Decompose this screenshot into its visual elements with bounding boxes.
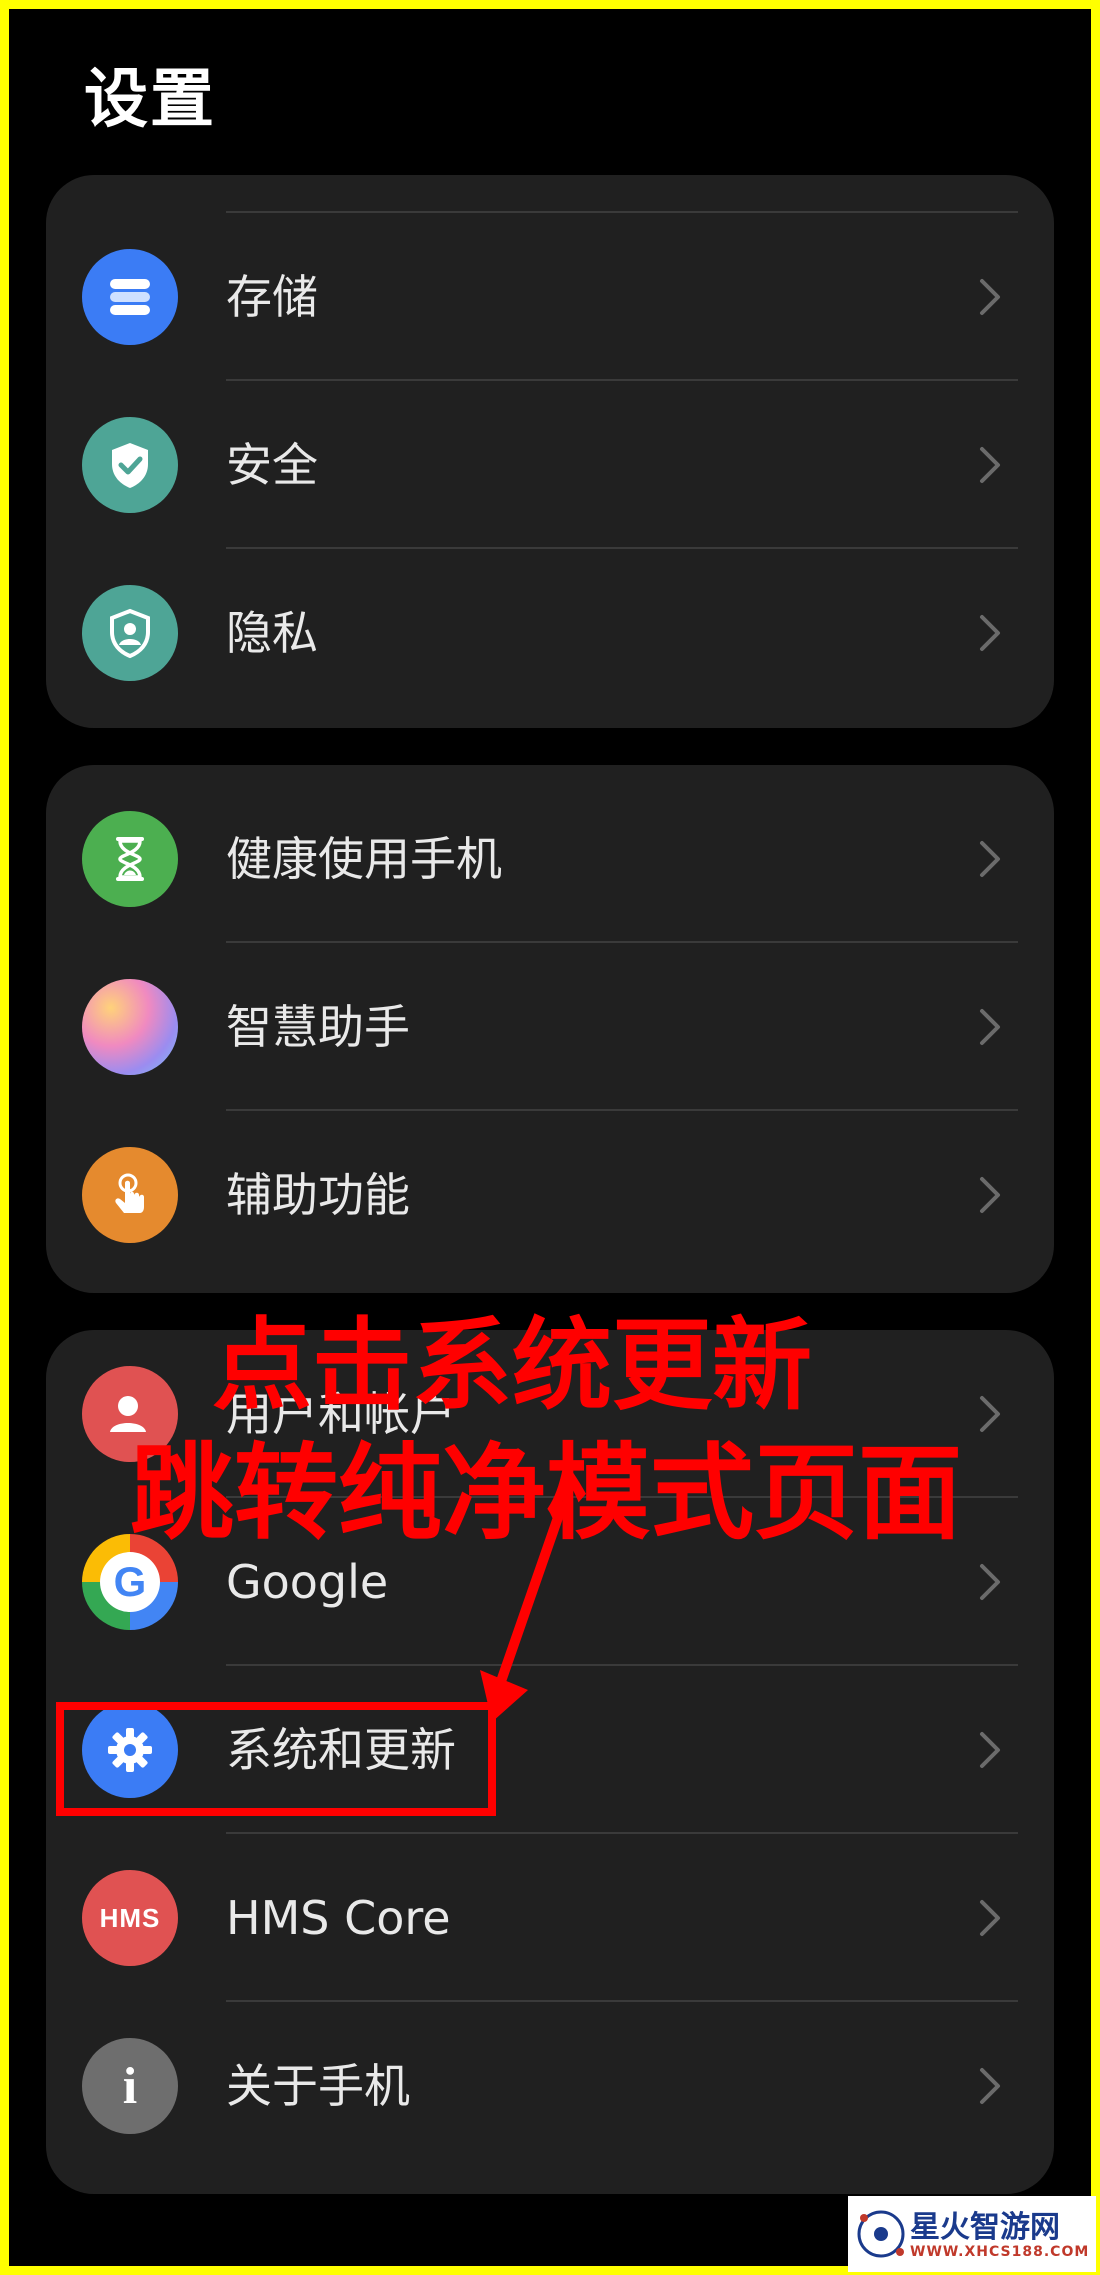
chevron-right-icon	[980, 1732, 1000, 1768]
settings-item-label: 健康使用手机	[226, 832, 502, 886]
chevron-right-icon	[980, 1396, 1000, 1432]
annotation-arrow	[480, 1501, 567, 1722]
chevron-right-icon	[980, 1009, 1000, 1045]
chevron-right-icon	[980, 1177, 1000, 1213]
accessibility-hand-icon	[82, 1147, 178, 1243]
watermark-url: WWW.XHCS188.COM	[910, 2244, 1090, 2260]
settings-item-hms-core[interactable]: HMS HMS Core	[46, 1834, 1054, 2002]
settings-group-assist: 健康使用手机 智慧助手 辅助功能	[46, 765, 1054, 1293]
settings-item-storage[interactable]: 存储	[46, 213, 1054, 381]
page-title: 设置	[84, 63, 216, 137]
info-icon-text: i	[122, 2057, 138, 2115]
hms-icon: HMS	[82, 1870, 178, 1966]
watermark-logo-icon	[857, 2210, 905, 2258]
settings-item-label: 安全	[226, 438, 318, 492]
info-icon: i	[82, 2038, 178, 2134]
settings-item-label: 辅助功能	[226, 1168, 410, 1222]
hourglass-icon	[82, 811, 178, 907]
watermark-title: 星火智游网	[910, 2210, 1060, 2245]
chevron-right-icon	[980, 2068, 1000, 2104]
settings-item-label: 存储	[226, 270, 318, 324]
settings-item-label: 隐私	[226, 606, 318, 660]
chevron-right-icon	[980, 279, 1000, 315]
storage-icon	[82, 249, 178, 345]
settings-item-accessibility[interactable]: 辅助功能	[46, 1111, 1054, 1279]
site-watermark: 星火智游网 WWW.XHCS188.COM	[848, 2196, 1096, 2272]
settings-item-digital-balance[interactable]: 健康使用手机	[46, 775, 1054, 943]
settings-item-privacy[interactable]: 隐私	[46, 549, 1054, 717]
chevron-right-icon	[980, 615, 1000, 651]
settings-group-security: 存储 安全 隐私	[46, 175, 1054, 728]
svg-text:G: G	[114, 1558, 147, 1605]
privacy-shield-icon	[82, 585, 178, 681]
settings-item-label: 智慧助手	[226, 1000, 410, 1054]
hms-icon-text: HMS	[99, 1902, 161, 1933]
chevron-right-icon	[980, 1564, 1000, 1600]
shield-check-icon	[82, 417, 178, 513]
smart-assistant-icon	[82, 979, 178, 1075]
settings-item-about-phone[interactable]: i 关于手机	[46, 2002, 1054, 2170]
chevron-right-icon	[980, 447, 1000, 483]
settings-item-security[interactable]: 安全	[46, 381, 1054, 549]
settings-item-smart-assistant[interactable]: 智慧助手	[46, 943, 1054, 1111]
chevron-right-icon	[980, 841, 1000, 877]
settings-item-label: HMS Core	[226, 1891, 451, 1945]
annotation-highlight-box	[56, 1702, 496, 1816]
settings-item-label: 关于手机	[226, 2059, 410, 2113]
chevron-right-icon	[980, 1900, 1000, 1936]
settings-item-partial	[46, 175, 1054, 213]
